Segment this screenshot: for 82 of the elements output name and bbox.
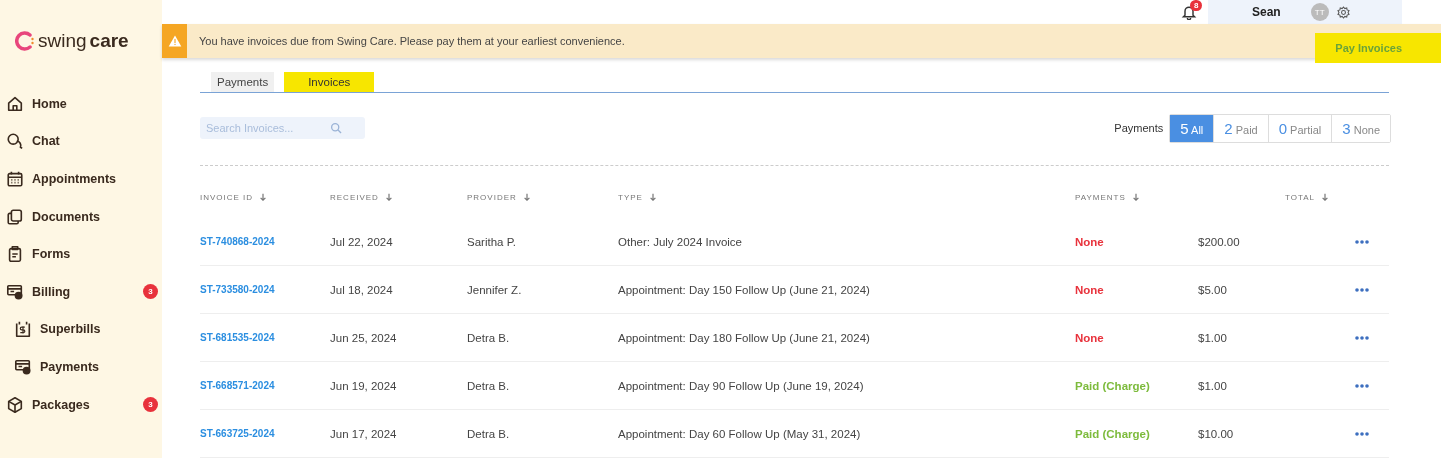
table-cell-text: Jul 18, 2024 (330, 283, 394, 296)
table-cell-text: $200.00 (1198, 235, 1241, 248)
sort-arrow-icon (648, 193, 657, 202)
filter-option[interactable]: 5 All (1170, 114, 1214, 142)
tab[interactable]: Payments (211, 72, 275, 92)
notification-bell-icon[interactable] (1181, 4, 1197, 20)
table-cell-text: Detra B. (467, 427, 511, 440)
column-header[interactable]: TYPE (618, 192, 1075, 202)
payment-status: None (1075, 283, 1105, 296)
sidebar-item[interactable]: Appointments (0, 160, 162, 198)
invoice-link[interactable]: ST-668571-2024 (200, 380, 330, 391)
table-cell-text: Jun 25, 2024 (330, 331, 398, 344)
invoice-link[interactable]: ST-663725-2024 (200, 428, 330, 439)
sort-arrow-icon (1321, 193, 1330, 202)
sidebar-item[interactable]: Home (0, 85, 162, 123)
table-cell-text: Jul 22, 2024 (330, 235, 394, 248)
home-icon (6, 94, 24, 113)
table-cell-text: $5.00 (1198, 283, 1228, 296)
package-icon (6, 395, 24, 414)
table-cell-text: Other: July 2024 Invoice (618, 235, 743, 248)
invoice-link[interactable]: ST-681535-2024 (200, 332, 330, 343)
table-cell-text: $1.00 (1198, 331, 1228, 344)
bill-icon (6, 282, 24, 301)
table-cell-text: Detra B. (467, 379, 511, 392)
invoice-link[interactable]: ST-740868-2024 (200, 236, 330, 247)
sidebar-item[interactable]: Chat (0, 122, 162, 161)
column-header[interactable]: INVOICE ID (200, 192, 330, 202)
sort-arrow-icon (1131, 193, 1140, 202)
more-options-icon[interactable] (1355, 335, 1369, 340)
table-cell-text: Appointment: Day 90 Follow Up (June 19, 2024) (618, 379, 865, 392)
table-cell-text: Appointment: Day 150 Follow Up (June 21, 2024) (618, 283, 871, 296)
clipboard-icon (6, 245, 24, 264)
search-field[interactable]: Search Invoices... (200, 117, 365, 139)
warning-icon (167, 34, 182, 48)
count-badge: 3 (143, 397, 158, 413)
payment-status: Paid (Charge) (1075, 427, 1151, 440)
chat-icon (6, 132, 24, 151)
more-options-icon[interactable] (1355, 287, 1369, 292)
invoice-link[interactable]: ST-733580-2024 (200, 284, 330, 295)
banner-message: You have invoices due from Swing Care. Please pay them at your earliest convenience. (199, 35, 626, 47)
table-cell-text: $1.00 (1198, 379, 1228, 392)
table-cell-text: Jennifer Z. (467, 283, 523, 296)
receipt-icon (14, 320, 32, 339)
sort-arrow-icon (522, 193, 531, 202)
table-cell-text: Appointment: Day 180 Follow Up (June 21, 2024) (618, 331, 871, 344)
more-options-icon[interactable] (1355, 239, 1369, 244)
bill-icon (14, 357, 32, 376)
column-header[interactable]: TOTAL (1285, 192, 1355, 202)
table-cell-text: Appointment: Day 60 Follow Up (May 31, 2024) (618, 427, 862, 440)
sidebar-item[interactable]: Packages 3 (0, 385, 162, 424)
logo-icon (15, 31, 35, 51)
payment-status: None (1075, 331, 1105, 344)
table-cell-text: $10.00 (1198, 427, 1235, 440)
sidebar-item[interactable]: Billing 3 (0, 272, 162, 311)
payment-status: None (1075, 235, 1105, 248)
sidebar-item[interactable]: Forms (0, 235, 162, 273)
column-header[interactable]: RECEIVED (330, 192, 467, 202)
table-cell-text: Saritha P. (467, 235, 517, 248)
more-options-icon[interactable] (1355, 383, 1369, 388)
documents-icon (6, 207, 24, 226)
notification-badge: 8 (1190, 0, 1203, 11)
settings-icon[interactable] (1336, 5, 1350, 19)
sort-arrow-icon (384, 193, 393, 202)
filter-option[interactable]: 3 None (1331, 114, 1390, 142)
calendar-icon (6, 170, 24, 188)
table-cell-text: Jun 19, 2024 (330, 379, 398, 392)
count-badge: 3 (143, 284, 158, 300)
sidebar-item[interactable]: Documents (0, 197, 162, 236)
tab[interactable]: Invoices (284, 72, 375, 92)
table-cell-text: Detra B. (467, 331, 511, 344)
column-header[interactable]: PAYMENTS (1075, 192, 1198, 202)
sidebar-item[interactable]: Superbills (0, 310, 162, 349)
filter-label: Payments (1114, 122, 1164, 134)
sort-arrow-icon (259, 193, 268, 202)
sidebar-item[interactable]: Payments (0, 348, 162, 386)
payment-status: Paid (Charge) (1075, 379, 1151, 392)
search-icon (330, 122, 343, 135)
table-cell-text: Jun 17, 2024 (330, 427, 398, 440)
more-options-icon[interactable] (1355, 431, 1369, 436)
column-header[interactable]: PROVIDER (467, 192, 618, 202)
user-name: Sean (1252, 5, 1281, 19)
logo-text: swing care (38, 30, 129, 52)
